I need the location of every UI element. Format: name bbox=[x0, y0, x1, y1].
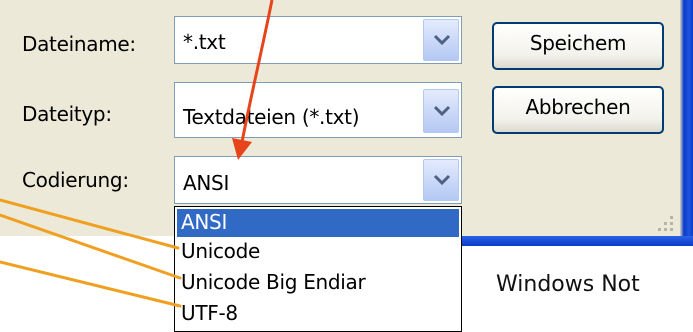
save-dialog: Dateiname: *.txt Dateityp: Textdateien (… bbox=[0, 0, 680, 236]
filename-value[interactable]: *.txt bbox=[183, 30, 226, 54]
option-label: Unicode bbox=[181, 239, 261, 263]
encoding-option-utf8[interactable]: UTF-8 bbox=[177, 300, 459, 328]
option-label: Unicode Big Endiar bbox=[181, 270, 366, 294]
cancel-button-label: Abbrechen bbox=[525, 95, 631, 119]
window-frame-right bbox=[680, 0, 693, 236]
encoding-label: Codierung: bbox=[22, 168, 129, 192]
filename-label: Dateiname: bbox=[22, 32, 136, 56]
filetype-value[interactable]: Textdateien (*.txt) bbox=[183, 105, 360, 129]
encoding-option-unicode-big-endian[interactable]: Unicode Big Endiar bbox=[177, 269, 459, 297]
encoding-option-ansi[interactable]: ANSI bbox=[177, 209, 459, 237]
encoding-value[interactable]: ANSI bbox=[183, 171, 229, 195]
encoding-dropdown-list: ANSI Unicode Unicode Big Endiar UTF-8 bbox=[174, 206, 462, 332]
encoding-option-unicode[interactable]: Unicode bbox=[177, 238, 459, 266]
save-button-label: Speichem bbox=[529, 31, 627, 55]
callout-line-utf8 bbox=[0, 260, 182, 308]
filetype-combobox[interactable]: Textdateien (*.txt) bbox=[174, 82, 462, 138]
filetype-dropdown-button[interactable] bbox=[423, 89, 459, 133]
save-button[interactable]: Speichem bbox=[492, 22, 664, 70]
encoding-dropdown-button[interactable] bbox=[423, 159, 459, 201]
chevron-down-icon bbox=[433, 105, 451, 117]
chevron-down-icon bbox=[433, 34, 451, 46]
filetype-label: Dateityp: bbox=[22, 102, 112, 126]
filename-combobox[interactable]: *.txt bbox=[174, 16, 462, 64]
option-label: ANSI bbox=[181, 210, 228, 234]
caption-text: Windows Not bbox=[496, 272, 640, 297]
encoding-combobox[interactable]: ANSI bbox=[174, 156, 462, 204]
filename-dropdown-button[interactable] bbox=[423, 19, 459, 61]
cancel-button[interactable]: Abbrechen bbox=[492, 86, 664, 134]
resize-grip-icon[interactable] bbox=[652, 212, 676, 234]
chevron-down-icon bbox=[433, 174, 451, 186]
option-label: UTF-8 bbox=[181, 301, 238, 325]
screenshot-stage: Dateiname: *.txt Dateityp: Textdateien (… bbox=[0, 0, 693, 332]
